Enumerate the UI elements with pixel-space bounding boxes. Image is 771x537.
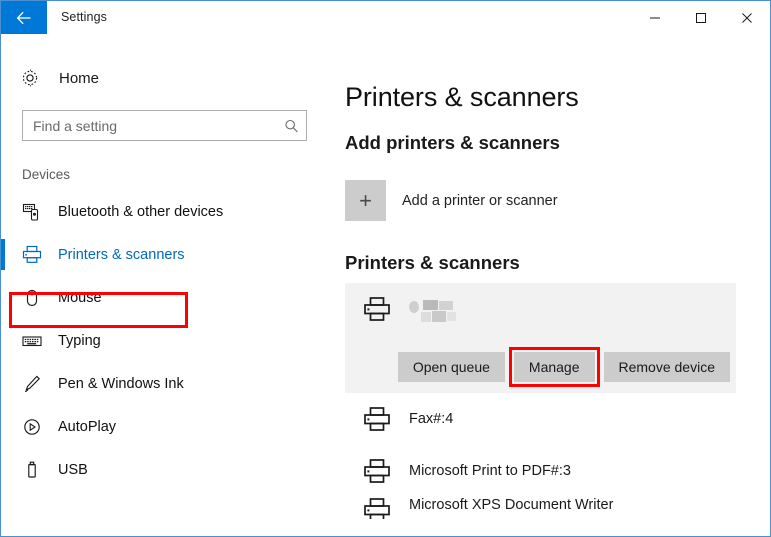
printer-item-header <box>345 296 736 325</box>
open-queue-button[interactable]: Open queue <box>397 352 505 382</box>
sidebar: Home Devices <box>1 40 335 536</box>
settings-window: Settings Home Find a setting Devices Blu… <box>0 0 771 537</box>
sidebar-item-label: AutoPlay <box>58 418 117 435</box>
manage-button[interactable]: Manage <box>508 347 600 387</box>
printer-name: Microsoft Print to PDF#:3 <box>409 463 571 479</box>
window-body: Home Devices <box>1 40 770 536</box>
back-arrow-icon <box>16 11 33 25</box>
keyboard-icon <box>22 331 48 351</box>
window-controls <box>632 1 770 34</box>
printer-item-print-to-pdf[interactable]: Microsoft Print to PDF#:3 <box>345 445 770 497</box>
printer-name: Fax#:4 <box>409 411 454 427</box>
main-content: Printers & scanners Add printers & scann… <box>335 40 770 536</box>
sidebar-item-pen-windows-ink[interactable]: Pen & Windows Ink <box>1 362 335 405</box>
printer-icon <box>22 245 48 264</box>
usb-icon <box>22 460 48 480</box>
printer-icon <box>363 296 395 322</box>
sidebar-item-label: Pen & Windows Ink <box>58 375 184 392</box>
sidebar-item-label: Bluetooth & other devices <box>58 203 224 220</box>
close-button[interactable] <box>724 1 770 34</box>
printer-action-buttons: Open queue Manage Remove device <box>345 347 736 387</box>
add-printers-section-title: Add printers & scanners <box>345 132 560 153</box>
printer-name: Microsoft XPS Document Writer <box>409 497 614 513</box>
sidebar-item-label: USB <box>58 461 88 478</box>
mouse-icon <box>22 288 48 308</box>
title-bar: Settings <box>1 1 770 40</box>
sidebar-group-header: Devices <box>22 167 71 182</box>
sidebar-item-label: Printers & scanners <box>58 246 185 263</box>
sidebar-home-label: Home <box>59 69 100 87</box>
printer-list: Open queue Manage Remove device Fax#:4 M… <box>345 283 770 519</box>
sidebar-item-autoplay[interactable]: AutoPlay <box>1 405 335 448</box>
sidebar-item-label: Typing <box>58 332 101 349</box>
sidebar-item-printers-scanners[interactable]: Printers & scanners <box>1 233 335 276</box>
sidebar-item-typing[interactable]: Typing <box>1 319 335 362</box>
add-printer-button[interactable]: + Add a printer or scanner <box>345 180 605 221</box>
bluetooth-devices-icon <box>22 202 48 222</box>
selection-accent-bar <box>1 239 5 270</box>
printer-icon <box>363 497 395 519</box>
sidebar-item-bluetooth-other-devices[interactable]: Bluetooth & other devices <box>1 190 335 233</box>
sidebar-item-home[interactable]: Home <box>20 60 335 96</box>
printer-item-fax[interactable]: Fax#:4 <box>345 393 770 445</box>
printer-icon <box>363 406 395 432</box>
search-icon[interactable] <box>284 118 299 133</box>
printer-item-selected[interactable]: Open queue Manage Remove device <box>345 283 736 393</box>
page-title: Printers & scanners <box>345 82 579 112</box>
pen-icon <box>22 374 48 394</box>
remove-device-button[interactable]: Remove device <box>603 352 730 382</box>
printer-icon <box>363 458 395 484</box>
window-title: Settings <box>61 10 107 24</box>
maximize-button[interactable] <box>678 1 724 34</box>
add-printer-label: Add a printer or scanner <box>402 192 558 209</box>
printers-section-title: Printers & scanners <box>345 252 520 273</box>
printer-item-xps-writer[interactable]: Microsoft XPS Document Writer <box>345 497 770 519</box>
plus-icon: + <box>345 180 386 221</box>
sidebar-item-usb[interactable]: USB <box>1 448 335 491</box>
back-button[interactable] <box>1 1 47 34</box>
sidebar-item-mouse[interactable]: Mouse <box>1 276 335 319</box>
sidebar-item-label: Mouse <box>58 289 102 306</box>
search-input[interactable] <box>23 111 273 140</box>
autoplay-icon <box>22 417 48 437</box>
gear-icon <box>20 68 46 88</box>
minimize-button[interactable] <box>632 1 678 34</box>
search-box[interactable] <box>22 110 307 141</box>
printer-name-redacted <box>409 299 465 325</box>
sidebar-nav-list: Bluetooth & other devices Printers & sca… <box>1 190 335 491</box>
